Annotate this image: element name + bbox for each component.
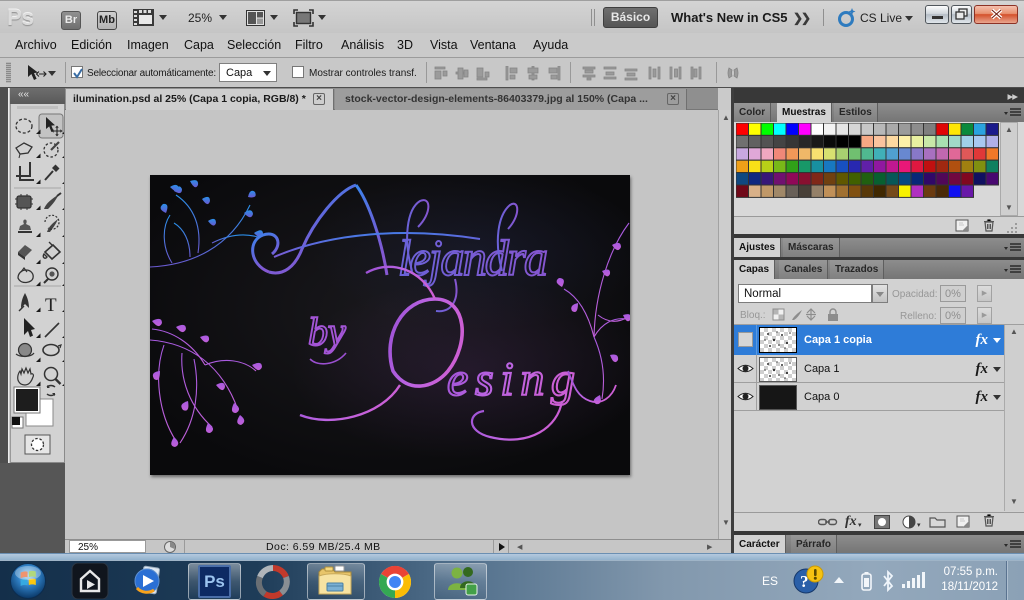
svg-text:T: T <box>45 295 57 316</box>
svg-text:by: by <box>308 309 346 354</box>
svg-text:esing: esing <box>447 353 575 406</box>
